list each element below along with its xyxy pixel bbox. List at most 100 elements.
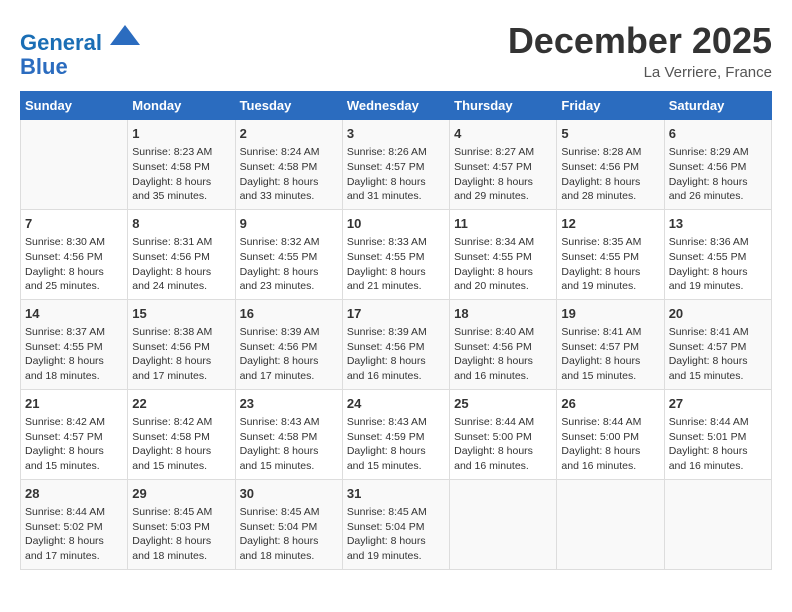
week-row-4: 21 Sunrise: 8:42 AM Sunset: 4:57 PM Dayli… [21, 389, 772, 479]
day-number: 30 [240, 485, 338, 503]
calendar-cell: 3Sunrise: 8:26 AM Sunset: 4:57 PM Daylig… [342, 120, 449, 210]
calendar-cell: 1 Sunrise: 8:23 AM Sunset: 4:58 PM Daylig… [128, 120, 235, 210]
location: La Verriere, France [508, 64, 772, 81]
logo-blue: Blue [20, 54, 68, 79]
col-header-monday: Monday [128, 92, 235, 120]
day-info: Sunrise: 8:32 AM Sunset: 4:55 PM Dayligh… [240, 235, 338, 294]
calendar-cell: 5Sunrise: 8:28 AM Sunset: 4:56 PM Daylig… [557, 120, 664, 210]
col-header-tuesday: Tuesday [235, 92, 342, 120]
day-info: Sunrise: 8:36 AM Sunset: 4:55 PM Dayligh… [669, 235, 767, 294]
calendar-cell: 9 Sunrise: 8:32 AM Sunset: 4:55 PM Daylig… [235, 209, 342, 299]
day-info: Sunrise: 8:42 AM Sunset: 4:57 PM Dayligh… [25, 415, 123, 474]
day-info: Sunrise: 8:43 AM Sunset: 4:59 PM Dayligh… [347, 415, 445, 474]
day-info: Sunrise: 8:35 AM Sunset: 4:55 PM Dayligh… [561, 235, 659, 294]
day-info: Sunrise: 8:30 AM Sunset: 4:56 PM Dayligh… [25, 235, 123, 294]
day-number: 7 [25, 215, 123, 233]
day-number: 4 [454, 125, 552, 143]
day-number: 20 [669, 305, 767, 323]
calendar-cell [21, 120, 128, 210]
day-number: 11 [454, 215, 552, 233]
day-number: 8 [132, 215, 230, 233]
day-info: Sunrise: 8:38 AM Sunset: 4:56 PM Dayligh… [132, 325, 230, 384]
calendar-cell: 30Sunrise: 8:45 AM Sunset: 5:04 PM Dayli… [235, 479, 342, 569]
day-number: 29 [132, 485, 230, 503]
calendar-cell: 16Sunrise: 8:39 AM Sunset: 4:56 PM Dayli… [235, 299, 342, 389]
calendar-cell: 31 Sunrise: 8:45 AM Sunset: 5:04 PM Dayli… [342, 479, 449, 569]
col-header-sunday: Sunday [21, 92, 128, 120]
day-info: Sunrise: 8:44 AM Sunset: 5:01 PM Dayligh… [669, 415, 767, 474]
day-info: Sunrise: 8:44 AM Sunset: 5:00 PM Dayligh… [561, 415, 659, 474]
logo-general: General [20, 30, 102, 55]
day-number: 3 [347, 125, 445, 143]
day-info: Sunrise: 8:39 AM Sunset: 4:56 PM Dayligh… [347, 325, 445, 384]
day-number: 12 [561, 215, 659, 233]
calendar-cell: 4 Sunrise: 8:27 AM Sunset: 4:57 PM Daylig… [450, 120, 557, 210]
day-info: Sunrise: 8:41 AM Sunset: 4:57 PM Dayligh… [669, 325, 767, 384]
day-number: 1 [132, 125, 230, 143]
col-header-saturday: Saturday [664, 92, 771, 120]
calendar-cell: 12 Sunrise: 8:35 AM Sunset: 4:55 PM Dayli… [557, 209, 664, 299]
day-number: 17 [347, 305, 445, 323]
day-number: 27 [669, 395, 767, 413]
day-number: 25 [454, 395, 552, 413]
day-number: 15 [132, 305, 230, 323]
logo-text: General Blue [20, 20, 140, 79]
day-info: Sunrise: 8:44 AM Sunset: 5:00 PM Dayligh… [454, 415, 552, 474]
calendar-cell: 14 Sunrise: 8:37 AM Sunset: 4:55 PM Dayli… [21, 299, 128, 389]
calendar-cell: 22 Sunrise: 8:42 AM Sunset: 4:58 PM Dayli… [128, 389, 235, 479]
day-number: 13 [669, 215, 767, 233]
day-number: 10 [347, 215, 445, 233]
week-row-3: 14 Sunrise: 8:37 AM Sunset: 4:55 PM Dayli… [21, 299, 772, 389]
header-row: SundayMondayTuesdayWednesdayThursdayFrid… [21, 92, 772, 120]
day-number: 28 [25, 485, 123, 503]
calendar-cell: 29Sunrise: 8:45 AM Sunset: 5:03 PM Dayli… [128, 479, 235, 569]
day-number: 31 [347, 485, 445, 503]
calendar-cell: 25 Sunrise: 8:44 AM Sunset: 5:00 PM Dayli… [450, 389, 557, 479]
day-number: 14 [25, 305, 123, 323]
logo-icon [110, 20, 140, 50]
title-block: December 2025 La Verriere, France [508, 20, 772, 81]
day-number: 9 [240, 215, 338, 233]
day-info: Sunrise: 8:37 AM Sunset: 4:55 PM Dayligh… [25, 325, 123, 384]
day-number: 22 [132, 395, 230, 413]
day-info: Sunrise: 8:40 AM Sunset: 4:56 PM Dayligh… [454, 325, 552, 384]
calendar-cell: 21 Sunrise: 8:42 AM Sunset: 4:57 PM Dayli… [21, 389, 128, 479]
calendar-cell: 15 Sunrise: 8:38 AM Sunset: 4:56 PM Dayli… [128, 299, 235, 389]
day-info: Sunrise: 8:34 AM Sunset: 4:55 PM Dayligh… [454, 235, 552, 294]
page-header: General Blue December 2025 La Verriere, … [20, 20, 772, 81]
calendar-cell [664, 479, 771, 569]
calendar-cell: 27 Sunrise: 8:44 AM Sunset: 5:01 PM Dayli… [664, 389, 771, 479]
day-info: Sunrise: 8:39 AM Sunset: 4:56 PM Dayligh… [240, 325, 338, 384]
day-number: 21 [25, 395, 123, 413]
month-title: December 2025 [508, 20, 772, 62]
day-info: Sunrise: 8:45 AM Sunset: 5:04 PM Dayligh… [347, 505, 445, 564]
calendar-cell: 28Sunrise: 8:44 AM Sunset: 5:02 PM Dayli… [21, 479, 128, 569]
day-info: Sunrise: 8:43 AM Sunset: 4:58 PM Dayligh… [240, 415, 338, 474]
calendar-table: SundayMondayTuesdayWednesdayThursdayFrid… [20, 91, 772, 570]
calendar-cell: 7 Sunrise: 8:30 AM Sunset: 4:56 PM Daylig… [21, 209, 128, 299]
calendar-cell: 13 Sunrise: 8:36 AM Sunset: 4:55 PM Dayli… [664, 209, 771, 299]
week-row-1: 1 Sunrise: 8:23 AM Sunset: 4:58 PM Daylig… [21, 120, 772, 210]
calendar-cell: 23 Sunrise: 8:43 AM Sunset: 4:58 PM Dayli… [235, 389, 342, 479]
calendar-cell: 17 Sunrise: 8:39 AM Sunset: 4:56 PM Dayli… [342, 299, 449, 389]
calendar-cell: 8 Sunrise: 8:31 AM Sunset: 4:56 PM Daylig… [128, 209, 235, 299]
day-info: Sunrise: 8:31 AM Sunset: 4:56 PM Dayligh… [132, 235, 230, 294]
day-number: 18 [454, 305, 552, 323]
week-row-5: 28Sunrise: 8:44 AM Sunset: 5:02 PM Dayli… [21, 479, 772, 569]
day-info: Sunrise: 8:33 AM Sunset: 4:55 PM Dayligh… [347, 235, 445, 294]
calendar-cell: 19Sunrise: 8:41 AM Sunset: 4:57 PM Dayli… [557, 299, 664, 389]
day-number: 23 [240, 395, 338, 413]
week-row-2: 7 Sunrise: 8:30 AM Sunset: 4:56 PM Daylig… [21, 209, 772, 299]
day-info: Sunrise: 8:42 AM Sunset: 4:58 PM Dayligh… [132, 415, 230, 474]
logo: General Blue [20, 20, 140, 79]
day-info: Sunrise: 8:23 AM Sunset: 4:58 PM Dayligh… [132, 145, 230, 204]
calendar-cell: 18 Sunrise: 8:40 AM Sunset: 4:56 PM Dayli… [450, 299, 557, 389]
calendar-cell [557, 479, 664, 569]
calendar-cell: 11 Sunrise: 8:34 AM Sunset: 4:55 PM Dayli… [450, 209, 557, 299]
calendar-cell: 6Sunrise: 8:29 AM Sunset: 4:56 PM Daylig… [664, 120, 771, 210]
day-number: 24 [347, 395, 445, 413]
day-number: 2 [240, 125, 338, 143]
day-info: Sunrise: 8:27 AM Sunset: 4:57 PM Dayligh… [454, 145, 552, 204]
col-header-friday: Friday [557, 92, 664, 120]
day-number: 26 [561, 395, 659, 413]
